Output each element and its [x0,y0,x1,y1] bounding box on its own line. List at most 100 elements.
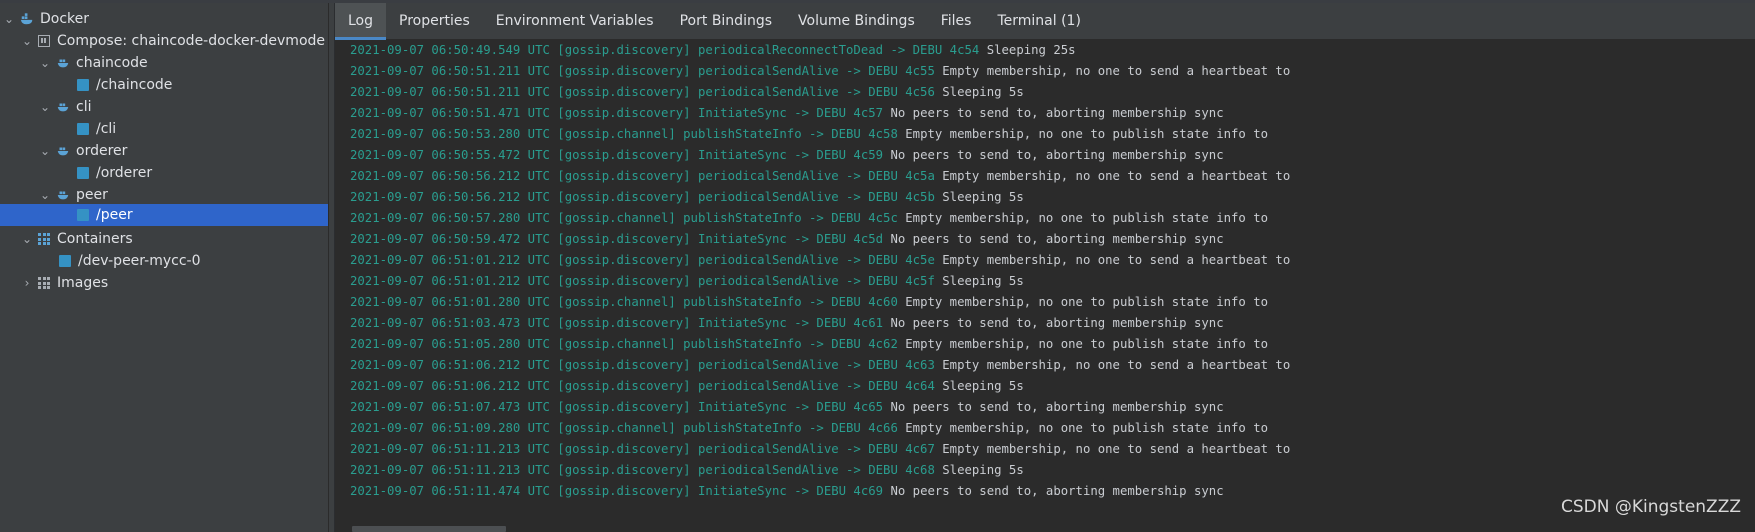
tab-log[interactable]: Log [335,3,387,40]
tree-node-container-chaincode[interactable]: /chaincode [0,74,328,96]
log-message: Sleeping 5s [942,274,1024,288]
log-prefix: 2021-09-07 06:51:11.213 UTC [gossip.disc… [350,442,935,456]
tree-label-service: peer [76,187,108,203]
tree-label-container: /chaincode [96,77,173,93]
docker-service-icon [57,191,69,200]
log-message: Empty membership, no one to publish stat… [905,337,1269,351]
compose-icon [38,35,50,47]
horizontal-scrollbar-thumb[interactable] [352,526,506,532]
watermark: CSDN @KingstenZZZ [1560,497,1741,517]
tree-label-container: /peer [96,207,133,223]
log-prefix: 2021-09-07 06:50:49.549 UTC [gossip.disc… [350,43,980,57]
tree-node-service-peer[interactable]: ⌄ peer [0,184,328,206]
log-message: Sleeping 5s [942,379,1024,393]
log-prefix: 2021-09-07 06:51:01.212 UTC [gossip.disc… [350,274,935,288]
tree-node-container-orderer[interactable]: /orderer [0,162,328,184]
log-prefix: 2021-09-07 06:50:56.212 UTC [gossip.disc… [350,190,935,204]
tree-label-compose: Compose: chaincode-docker-devmode [57,33,326,49]
log-message: Empty membership, no one to publish stat… [905,127,1269,141]
log-output[interactable]: 2021-09-07 06:50:49.549 UTC [gossip.disc… [335,40,1755,532]
docker-whale-icon [20,13,33,25]
tree-node-service-cli[interactable]: ⌄ cli [0,96,328,118]
tree-node-container-cli[interactable]: /cli [0,118,328,140]
chevron-down-icon[interactable]: ⌄ [20,232,34,246]
container-icon [77,123,89,135]
chevron-down-icon[interactable]: ⌄ [38,56,52,70]
log-prefix: 2021-09-07 06:51:11.213 UTC [gossip.disc… [350,463,935,477]
log-message: Sleeping 5s [942,85,1024,99]
tree-node-compose[interactable]: ⌄ Compose: chaincode-docker-devmode [0,30,328,52]
log-message: No peers to send to, aborting membership… [890,148,1224,162]
log-message: No peers to send to, aborting membership… [890,484,1224,498]
chevron-down-icon[interactable]: ⌄ [20,34,34,48]
log-message: Empty membership, no one to send a heart… [942,169,1291,183]
container-icon [77,79,89,91]
tree-node-images[interactable]: › Images [0,272,328,294]
log-line: 2021-09-07 06:50:51.211 UTC [gossip.disc… [350,61,1290,82]
docker-services-tree[interactable]: ⌄ Docker ⌄ Compose: chaincode-docker-dev… [0,3,329,532]
log-prefix: 2021-09-07 06:51:01.280 UTC [gossip.chan… [350,295,898,309]
chevron-down-icon[interactable]: ⌄ [38,100,52,114]
container-icon [77,209,89,221]
log-line: 2021-09-07 06:51:07.473 UTC [gossip.disc… [350,397,1224,418]
tab-properties[interactable]: Properties [386,3,483,39]
log-prefix: 2021-09-07 06:50:53.280 UTC [gossip.chan… [350,127,898,141]
log-prefix: 2021-09-07 06:50:59.472 UTC [gossip.disc… [350,232,884,246]
log-message: Empty membership, no one to send a heart… [942,358,1291,372]
log-prefix: 2021-09-07 06:51:06.212 UTC [gossip.disc… [350,358,935,372]
splitter[interactable] [329,3,334,532]
chevron-down-icon[interactable]: ⌄ [2,12,16,26]
chevron-down-icon[interactable]: ⌄ [38,188,52,202]
tree-label-container: /dev-peer-mycc-0 [78,253,201,269]
log-prefix: 2021-09-07 06:50:57.280 UTC [gossip.chan… [350,211,898,225]
docker-service-icon [57,103,69,112]
log-message: Empty membership, no one to publish stat… [905,295,1269,309]
log-line: 2021-09-07 06:51:09.280 UTC [gossip.chan… [350,418,1268,439]
tree-label-container: /orderer [96,165,153,181]
log-prefix: 2021-09-07 06:51:09.280 UTC [gossip.chan… [350,421,898,435]
log-line: 2021-09-07 06:50:59.472 UTC [gossip.disc… [350,229,1224,250]
container-icon [77,167,89,179]
chevron-right-icon[interactable]: › [20,276,34,290]
log-message: Empty membership, no one to send a heart… [942,64,1291,78]
tab-port-bindings[interactable]: Port Bindings [667,3,785,39]
log-line: 2021-09-07 06:51:01.280 UTC [gossip.chan… [350,292,1268,313]
tree-node-container-dev-peer[interactable]: /dev-peer-mycc-0 [0,250,328,272]
log-prefix: 2021-09-07 06:50:51.211 UTC [gossip.disc… [350,85,935,99]
tree-label-docker: Docker [40,11,90,27]
log-line: 2021-09-07 06:51:06.212 UTC [gossip.disc… [350,376,1024,397]
tree-node-service-orderer[interactable]: ⌄ orderer [0,140,328,162]
tree-label-service: orderer [76,143,128,159]
log-prefix: 2021-09-07 06:51:01.212 UTC [gossip.disc… [350,253,935,267]
docker-service-icon [57,59,69,68]
log-line: 2021-09-07 06:50:49.549 UTC [gossip.disc… [350,40,1076,61]
log-message: Empty membership, no one to send a heart… [942,253,1291,267]
tree-label-service: cli [76,99,92,115]
log-prefix: 2021-09-07 06:51:07.473 UTC [gossip.disc… [350,400,884,414]
log-message: Sleeping 25s [986,43,1076,57]
tab-volume-bindings[interactable]: Volume Bindings [785,3,928,39]
tree-node-docker[interactable]: ⌄ Docker [0,8,328,30]
tab-terminal[interactable]: Terminal (1) [984,3,1093,39]
images-icon [38,277,50,289]
containers-icon [38,233,50,245]
tree-label-images: Images [57,275,109,291]
log-prefix: 2021-09-07 06:50:51.471 UTC [gossip.disc… [350,106,884,120]
tree-node-containers[interactable]: ⌄ Containers [0,228,328,250]
log-message: No peers to send to, aborting membership… [890,106,1224,120]
tab-files[interactable]: Files [928,3,985,39]
log-line: 2021-09-07 06:51:05.280 UTC [gossip.chan… [350,334,1268,355]
log-prefix: 2021-09-07 06:51:06.212 UTC [gossip.disc… [350,379,935,393]
tree-node-service-chaincode[interactable]: ⌄ chaincode [0,52,328,74]
log-line: 2021-09-07 06:51:11.213 UTC [gossip.disc… [350,439,1290,460]
tab-environment-variables[interactable]: Environment Variables [483,3,667,39]
log-message: No peers to send to, aborting membership… [890,400,1224,414]
log-line: 2021-09-07 06:50:53.280 UTC [gossip.chan… [350,124,1268,145]
log-line: 2021-09-07 06:51:06.212 UTC [gossip.disc… [350,355,1290,376]
chevron-down-icon[interactable]: ⌄ [38,144,52,158]
log-line: 2021-09-07 06:51:11.213 UTC [gossip.disc… [350,460,1024,481]
log-line: 2021-09-07 06:50:55.472 UTC [gossip.disc… [350,145,1224,166]
docker-service-icon [57,147,69,156]
tree-label-service: chaincode [76,55,148,71]
tree-node-container-peer[interactable]: /peer [0,204,328,226]
